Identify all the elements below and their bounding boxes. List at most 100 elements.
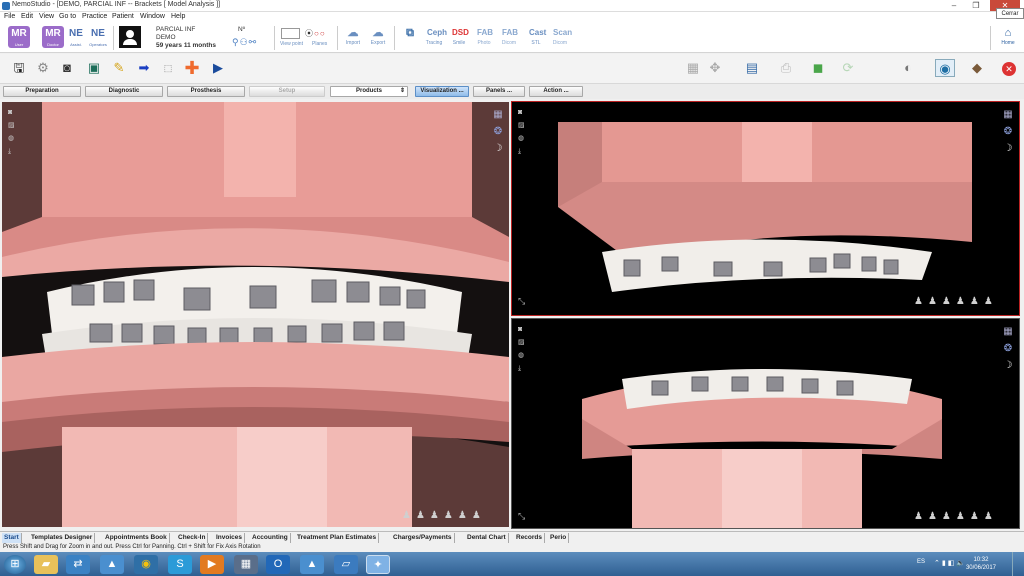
brain-icon[interactable]: ❂ (491, 123, 505, 140)
dsd-smile-button[interactable]: DSD Smile (447, 27, 471, 51)
tab-records[interactable]: Records (514, 533, 546, 543)
tab-templates-designer[interactable]: Templates Designer (29, 533, 96, 543)
play-button[interactable]: ▶ (208, 59, 228, 77)
globe-icon[interactable]: ◍ (518, 132, 528, 145)
image-icon[interactable]: ▨ (518, 119, 528, 132)
camera-icon[interactable]: ◙ (8, 106, 18, 119)
image-icon[interactable]: ▨ (518, 336, 528, 349)
bottom-right-3d-viewport[interactable]: ◙ ▨ ◍ ⤓ ▦ ❂ ☽ ⤡ ♟♟♟♟♟♟ (511, 318, 1020, 529)
grid-icon[interactable]: ▦ (491, 106, 505, 123)
text-tool-button[interactable]: ⬚ (158, 59, 178, 77)
add-button[interactable]: ✚ (182, 59, 202, 77)
globe-icon[interactable]: ◍ (8, 132, 18, 145)
globe-icon[interactable]: ◍ (518, 349, 528, 362)
grid-button[interactable]: ▦ (683, 59, 703, 77)
patient-photo[interactable] (119, 26, 141, 48)
arrow-button[interactable]: ➡ (134, 59, 154, 77)
refresh-button[interactable]: ⟳ (838, 59, 858, 77)
taskbar-app-3[interactable]: ▱ (334, 555, 358, 574)
move-button[interactable]: ✥ (705, 59, 725, 77)
clock[interactable]: 10:32 30/06/2017 (966, 556, 996, 572)
mode-assist[interactable]: NE Assist. (65, 26, 87, 48)
taskbar-teamviewer[interactable]: ⇄ (66, 555, 90, 574)
view-point-box[interactable] (281, 28, 300, 39)
ceph-tracing-button[interactable]: Ceph Tracing (422, 27, 447, 51)
show-desktop-button[interactable] (1012, 552, 1024, 576)
start-button[interactable]: ⊞ (4, 555, 26, 574)
moon-icon[interactable]: ☽ (1001, 357, 1015, 374)
language-indicator[interactable]: ES (917, 559, 925, 565)
products-select[interactable]: Products ⇕ (330, 86, 408, 97)
top-right-3d-viewport[interactable]: ◙ ▨ ◍ ⤓ ▦ ❂ ☽ ⤡ ♟♟♟♟♟♟ (511, 101, 1020, 316)
tooth-button[interactable]: ◐ (898, 59, 918, 77)
cast-stl-button[interactable]: Cast STL (524, 27, 548, 51)
brain-icon[interactable]: ❂ (1001, 340, 1015, 357)
menu-window[interactable]: Window (140, 13, 165, 20)
brain-icon[interactable]: ❂ (1001, 123, 1015, 140)
grid-icon[interactable]: ▦ (1001, 106, 1015, 123)
menu-edit[interactable]: Edit (21, 13, 33, 20)
menu-goto[interactable]: Go to (59, 13, 76, 20)
moon-icon[interactable]: ☽ (1001, 140, 1015, 157)
image-icon[interactable]: ▨ (8, 119, 18, 132)
tab-diagnostic[interactable]: Diagnostic (85, 86, 163, 97)
tab-accounting[interactable]: Accounting (250, 533, 291, 543)
restore-button[interactable]: ❐ (966, 0, 986, 11)
taskbar-nemostudio[interactable]: ✦ (366, 555, 390, 574)
tab-check-in[interactable]: Check-In (176, 533, 209, 543)
tab-visualization[interactable]: Visualization ... (415, 86, 469, 97)
network-button[interactable]: ⧉ (398, 27, 422, 51)
taskbar-app-2[interactable]: ▲ (300, 555, 324, 574)
save-button[interactable]: 🖫 (9, 59, 29, 77)
import-button[interactable]: ☁ Import (341, 27, 365, 51)
taskbar-calculator[interactable]: ▦ (234, 555, 258, 574)
mode-doctor[interactable]: MR Doctor (42, 26, 64, 48)
taskbar-skype[interactable]: S (168, 555, 192, 574)
taskbar-outlook[interactable]: O (266, 555, 290, 574)
settings-button[interactable]: ⚙ (33, 59, 53, 77)
menu-patient[interactable]: Patient (112, 13, 134, 20)
fab-dicom-button[interactable]: FAB Dicom (497, 27, 521, 51)
tab-start[interactable]: Start (2, 533, 22, 543)
minimize-button[interactable]: ‒ (944, 0, 964, 11)
download-icon[interactable]: ⤓ (518, 362, 528, 375)
planes-icons[interactable]: ⦿○○ (305, 28, 326, 39)
tab-perio[interactable]: Perio (548, 533, 570, 543)
tab-charges-payments[interactable]: Charges/Payments (391, 533, 455, 543)
view-orientation-icons[interactable]: ♟♟♟♟♟♟ (914, 296, 998, 310)
tab-panels[interactable]: Panels ... (473, 86, 525, 97)
grid-icon[interactable]: ▦ (1001, 323, 1015, 340)
monitor-button[interactable]: ▣ (84, 59, 104, 77)
search-tools[interactable]: ⚲⚇⚯ (232, 37, 257, 48)
download-icon[interactable]: ⤓ (8, 145, 18, 158)
menu-practice[interactable]: Practice (82, 13, 107, 20)
main-3d-viewport[interactable]: ◙ ▨ ◍ ⤓ ▦ ❂ ☽ ♟♟♟♟♟♟ (2, 102, 509, 527)
bag-button[interactable]: ◼ (808, 59, 828, 77)
tab-treatment-plan-estimates[interactable]: Treatment Plan Estimates (295, 533, 380, 543)
download-icon[interactable]: ⤓ (518, 145, 528, 158)
tab-action[interactable]: Action ... (529, 86, 583, 97)
visibility-button[interactable]: ◉ (935, 59, 955, 77)
exit-button[interactable]: ✕ (999, 59, 1019, 77)
taskbar-chrome[interactable]: ◉ (134, 555, 158, 574)
camera-icon[interactable]: ◙ (518, 106, 528, 119)
menu-view[interactable]: View (39, 13, 54, 20)
tab-invoices[interactable]: Invoices (214, 533, 246, 543)
move-icon[interactable]: ⤡ (518, 511, 525, 522)
tray-icons[interactable]: ⌃▮◧🔈 (934, 559, 967, 567)
camera-icon[interactable]: ◙ (518, 323, 528, 336)
menu-file[interactable]: File (4, 13, 15, 20)
mode-operators[interactable]: NE Operators (87, 26, 109, 48)
tab-appointments-book[interactable]: Appointments Book (103, 533, 170, 543)
pencil-button[interactable]: ✎ (109, 59, 129, 77)
tab-preparation[interactable]: Preparation (3, 86, 81, 97)
tab-prosthesis[interactable]: Prosthesis (167, 86, 245, 97)
menu-help[interactable]: Help (171, 13, 185, 20)
mode-user[interactable]: MR User (8, 26, 30, 48)
print-button[interactable]: ⎙ (776, 59, 796, 77)
fab-photo-button[interactable]: FAB Photo (472, 27, 496, 51)
view-orientation-icons[interactable]: ♟♟♟♟♟♟ (402, 510, 486, 524)
camera-button[interactable]: ◙ (57, 59, 77, 77)
layout-button[interactable]: ▤ (742, 59, 762, 77)
model-button[interactable]: ◆ (967, 59, 987, 77)
